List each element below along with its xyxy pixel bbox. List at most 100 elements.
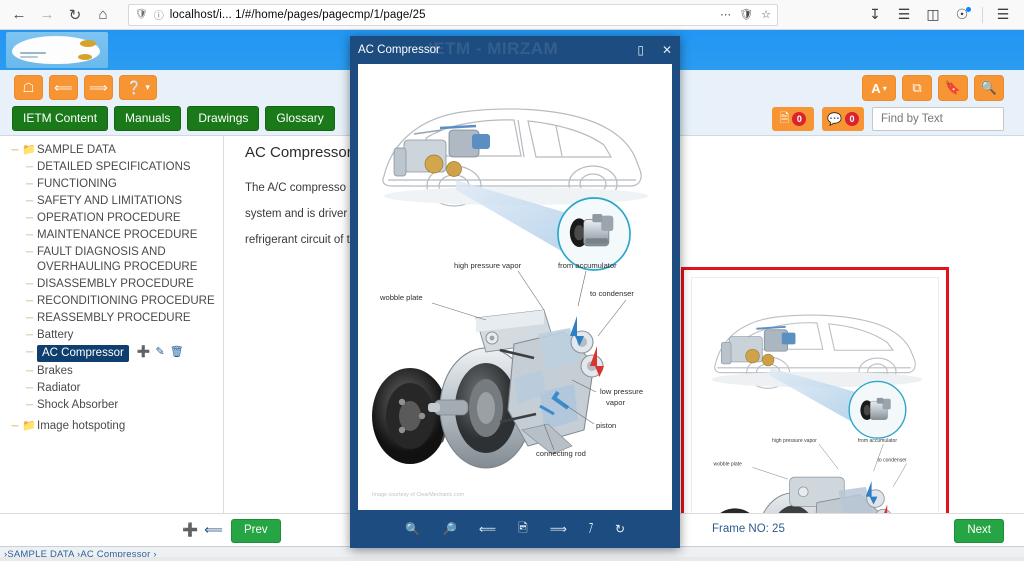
tab-ietm-content[interactable]: IETM Content bbox=[12, 106, 109, 131]
sidebar-item-battery[interactable]: ─ Battery bbox=[6, 327, 223, 344]
bookmark-star-icon[interactable]: ☆ bbox=[761, 8, 771, 21]
tree-label: SAMPLE DATA bbox=[37, 144, 116, 156]
downloads-icon[interactable]: ↧ bbox=[862, 3, 888, 27]
tracking-shield-icon[interactable]: 🛡 bbox=[739, 8, 753, 21]
sidebar-item-image-hotspoting[interactable]: ─ 📁 Image hotspoting bbox=[6, 418, 223, 435]
tree-label: REASSEMBLY PROCEDURE bbox=[37, 312, 191, 324]
modal-image-area[interactable]: high pressure vapor from accumulator to … bbox=[358, 64, 672, 510]
rotate-refresh-icon[interactable]: ↻ bbox=[615, 522, 625, 536]
browser-reload-icon[interactable]: ↻ bbox=[62, 3, 88, 27]
search-button[interactable]: 🔍 bbox=[974, 75, 1004, 101]
close-window-icon[interactable]: ✕ bbox=[662, 43, 672, 57]
sidebar-item-brakes[interactable]: ─ Brakes bbox=[6, 363, 223, 380]
tree-label: Image hotspoting bbox=[37, 420, 126, 432]
image-viewer-modal: AC Compressor IETM - MIRZAM ▯ ✕ high pre… bbox=[350, 36, 680, 548]
modal-header: AC Compressor IETM - MIRZAM ▯ ✕ bbox=[350, 36, 680, 64]
modal-watermark: IETM - MIRZAM bbox=[428, 39, 559, 58]
help-button[interactable]: ❔ ▾ bbox=[119, 75, 157, 100]
zoom-in-icon[interactable]: 🔍 bbox=[405, 522, 420, 536]
tree-dash-icon: ─ bbox=[25, 279, 34, 290]
sidebar-item-fault-diagnosis[interactable]: ─ FAULT DIAGNOSIS AND OVERHAULING PROCED… bbox=[6, 244, 223, 276]
account-icon[interactable]: ☉ bbox=[949, 3, 975, 27]
modal-window-controls: ▯ ✕ bbox=[637, 43, 672, 57]
tab-glossary[interactable]: Glossary bbox=[265, 106, 335, 131]
add-frame-icon[interactable]: ➕ bbox=[182, 522, 198, 538]
sidebar-item-shock-absorber[interactable]: ─ Shock Absorber bbox=[6, 397, 223, 414]
modal-title: AC Compressor bbox=[358, 44, 440, 56]
sidebar-item-functioning[interactable]: ─ FUNCTIONING bbox=[6, 176, 223, 193]
toolbar-divider bbox=[982, 6, 983, 23]
frame-number-label: Frame NO: 25 bbox=[712, 523, 785, 535]
tree-row-actions: ➕ ✎ 🗑 bbox=[137, 345, 184, 360]
library-icon[interactable]: ☰ bbox=[891, 3, 917, 27]
sidebar-item-reassembly-procedure[interactable]: ─ REASSEMBLY PROCEDURE bbox=[6, 310, 223, 327]
find-by-text-input[interactable] bbox=[872, 107, 1004, 131]
expand-button[interactable]: ⧉ bbox=[902, 75, 932, 101]
bookmark-icon: 🔖 bbox=[944, 80, 962, 95]
ellipsis-icon[interactable]: ⋯ bbox=[720, 8, 731, 21]
home-button[interactable]: ☖ bbox=[14, 75, 43, 100]
bookmark-button[interactable]: 🔖 bbox=[938, 75, 968, 101]
tree-dash-icon: ─ bbox=[25, 330, 34, 341]
browser-forward-icon[interactable]: → bbox=[34, 3, 60, 27]
previous-image-icon[interactable]: ⟸ bbox=[479, 522, 496, 536]
menu-icon[interactable]: ☰ bbox=[990, 3, 1016, 27]
delete-node-icon[interactable]: 🗑 bbox=[170, 345, 184, 360]
label-piston: piston bbox=[596, 421, 616, 430]
font-size-button[interactable]: A ▾ bbox=[862, 75, 896, 101]
expand-diagonal-icon: ⧉ bbox=[912, 80, 922, 95]
sidebar-item-disassembly-procedure[interactable]: ─ DISASSEMBLY PROCEDURE bbox=[6, 276, 223, 293]
tree-branch-icon: ─ bbox=[11, 145, 19, 156]
sidebar-item-maintenance-procedure[interactable]: ─ MAINTENANCE PROCEDURE bbox=[6, 227, 223, 244]
tree-label: Brakes bbox=[37, 365, 73, 377]
app-logo[interactable] bbox=[6, 32, 108, 68]
next-image-icon[interactable]: ⟹ bbox=[550, 522, 567, 536]
prev-button[interactable]: Prev bbox=[231, 519, 281, 543]
label-connecting-rod: connecting rod bbox=[536, 449, 586, 458]
forward-button[interactable]: ⟹ bbox=[84, 75, 113, 100]
label-low-pressure-vapor-1: low pressure bbox=[600, 387, 643, 396]
horizontal-scrollbar[interactable] bbox=[0, 557, 1024, 561]
fullscreen-icon[interactable]: ⧶ bbox=[589, 522, 593, 537]
browser-back-icon[interactable]: ← bbox=[6, 3, 32, 27]
tree-dash-icon: ─ bbox=[25, 213, 34, 224]
image-icon[interactable]: 🖻 bbox=[518, 519, 528, 540]
sidebar-item-operation-procedure[interactable]: ─ OPERATION PROCEDURE bbox=[6, 210, 223, 227]
sidebar-icon[interactable]: ◫ bbox=[920, 3, 946, 27]
left-arrow-icon: ⟸ bbox=[54, 79, 73, 95]
address-bar-actions: ⋯ 🛡 ☆ bbox=[720, 8, 771, 21]
shield-icon: 🛡 bbox=[135, 9, 148, 20]
right-arrow-icon: ⟹ bbox=[89, 79, 108, 95]
tree-label: MAINTENANCE PROCEDURE bbox=[37, 229, 198, 241]
sidebar-item-safety-and-limitations[interactable]: ─ SAFETY AND LIMITATIONS bbox=[6, 193, 223, 210]
chevron-down-icon: ▾ bbox=[882, 83, 887, 93]
next-button[interactable]: Next bbox=[954, 519, 1004, 543]
notes-count-badge: 0 bbox=[792, 112, 807, 126]
tab-manuals[interactable]: Manuals bbox=[114, 106, 182, 131]
edit-node-icon[interactable]: ✎ bbox=[156, 345, 165, 360]
tree-label: Radiator bbox=[37, 382, 81, 394]
tab-drawings[interactable]: Drawings bbox=[187, 106, 260, 131]
help-circle-icon: ❔ bbox=[126, 79, 143, 95]
zoom-out-icon[interactable]: 🔎 bbox=[442, 522, 457, 536]
add-node-icon[interactable]: ➕ bbox=[137, 345, 151, 360]
tree-dash-icon: ─ bbox=[25, 247, 34, 258]
back-button[interactable]: ⟸ bbox=[49, 75, 78, 100]
label-to-condenser: to condenser bbox=[877, 458, 907, 464]
tree-dash-icon: ─ bbox=[25, 196, 34, 207]
sidebar-item-ac-compressor[interactable]: ─ AC Compressor ➕ ✎ 🗑 bbox=[6, 344, 223, 363]
browser-nav-buttons: ← → ↻ ⌂ bbox=[0, 3, 116, 27]
tree-dash-icon: ─ bbox=[25, 313, 34, 324]
sidebar-item-reconditioning-procedure[interactable]: ─ RECONDITIONING PROCEDURE bbox=[6, 293, 223, 310]
toolbar-right-group: A ▾ ⧉ 🔖 🔍 bbox=[862, 75, 1004, 101]
move-left-icon[interactable]: ⟸ bbox=[204, 522, 223, 538]
sidebar-item-detailed-specifications[interactable]: ─ DETAILED SPECIFICATIONS bbox=[6, 159, 223, 176]
magnifier-icon: 🔍 bbox=[980, 80, 998, 95]
tree-root-sample-data[interactable]: ─ 📁 SAMPLE DATA bbox=[6, 142, 223, 159]
sidebar-item-radiator[interactable]: ─ Radiator bbox=[6, 380, 223, 397]
browser-address-bar[interactable]: 🛡 ⓘ localhost/i... 1/#/home/pages/pagecm… bbox=[128, 3, 778, 26]
restore-window-icon[interactable]: ▯ bbox=[637, 43, 644, 57]
browser-home-icon[interactable]: ⌂ bbox=[90, 3, 116, 27]
notes-button[interactable]: 🗎 0 bbox=[772, 107, 814, 131]
comments-button[interactable]: 💬 0 bbox=[822, 107, 864, 131]
